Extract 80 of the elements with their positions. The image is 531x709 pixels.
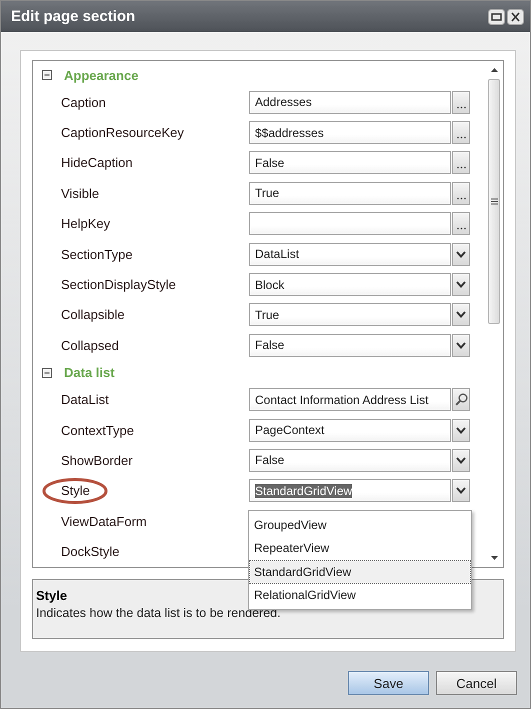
value-field[interactable] bbox=[249, 212, 451, 236]
maximize-icon[interactable] bbox=[488, 8, 505, 24]
property-label: Caption bbox=[61, 94, 106, 110]
value-field[interactable]: StandardGridView bbox=[249, 479, 451, 502]
chevron-down-icon bbox=[456, 281, 466, 288]
ellipsis-icon bbox=[456, 227, 466, 230]
value-field[interactable]: Contact Information Address List bbox=[249, 388, 451, 412]
dropdown-button[interactable] bbox=[452, 273, 470, 296]
save-button[interactable]: Save bbox=[348, 671, 429, 695]
property-label: Collapsed bbox=[61, 338, 119, 353]
field-value: DataList bbox=[255, 247, 300, 262]
property-label: DockStyle bbox=[61, 544, 120, 560]
chevron-down-icon bbox=[456, 426, 466, 434]
field-value: False bbox=[255, 156, 284, 170]
field-value: Contact Information Address List bbox=[255, 392, 428, 407]
dropdown-button[interactable] bbox=[452, 242, 470, 266]
search-button[interactable] bbox=[452, 388, 470, 412]
chevron-down-icon bbox=[456, 342, 466, 349]
field-value: Block bbox=[255, 278, 284, 292]
field-value: False bbox=[255, 453, 284, 468]
value-field[interactable]: Addresses bbox=[249, 90, 451, 114]
property-label: ContextType bbox=[61, 422, 134, 438]
property-label: ShowBorder bbox=[61, 452, 133, 468]
value-field[interactable]: PageContext bbox=[249, 418, 451, 442]
field-value: True bbox=[255, 186, 280, 200]
field-value: PageContext bbox=[255, 423, 324, 438]
ellipsis-icon bbox=[456, 106, 466, 109]
chevron-down-icon bbox=[456, 311, 466, 318]
collapse-icon[interactable] bbox=[42, 70, 52, 80]
field-value: False bbox=[255, 338, 284, 352]
property-label: Visible bbox=[61, 186, 100, 201]
value-field[interactable]: False bbox=[249, 334, 451, 357]
dropdown-option[interactable]: GroupedView bbox=[249, 513, 471, 536]
dropdown-button[interactable] bbox=[452, 479, 470, 502]
value-field[interactable]: True bbox=[249, 182, 451, 205]
property-label: Collapsible bbox=[61, 307, 125, 322]
chevron-down-icon bbox=[456, 487, 466, 494]
value-field[interactable]: $$addresses bbox=[249, 121, 451, 144]
close-icon[interactable] bbox=[507, 8, 524, 24]
section-header: Appearance bbox=[64, 68, 138, 82]
property-label: ViewDataForm bbox=[61, 514, 147, 529]
field-value: $$addresses bbox=[255, 126, 324, 140]
property-label: CaptionResourceKey bbox=[61, 125, 184, 140]
dropdown-button[interactable] bbox=[452, 334, 470, 357]
chevron-down-icon bbox=[456, 456, 466, 464]
property-label: HelpKey bbox=[61, 216, 110, 232]
description-title: Style bbox=[36, 588, 68, 603]
value-field[interactable]: False bbox=[249, 151, 451, 174]
collapse-icon[interactable] bbox=[42, 368, 52, 378]
value-field[interactable]: DataList bbox=[249, 242, 451, 266]
description-text: Indicates how the data list is to be rendered. bbox=[36, 606, 282, 620]
property-label: HideCaption bbox=[61, 155, 133, 170]
scroll-up-icon[interactable] bbox=[490, 67, 498, 73]
dropdown-option[interactable]: RelationalGridView bbox=[249, 584, 471, 607]
cancel-button[interactable]: Cancel bbox=[436, 671, 517, 695]
field-value: True bbox=[255, 308, 280, 322]
dropdown-button[interactable] bbox=[452, 448, 470, 472]
window-title: Edit page section bbox=[11, 8, 136, 25]
value-field[interactable]: False bbox=[249, 448, 451, 472]
ellipsis-icon bbox=[456, 166, 466, 170]
scroll-thumb[interactable] bbox=[488, 79, 500, 324]
property-label: Style bbox=[61, 483, 90, 498]
dropdown-button[interactable] bbox=[452, 303, 470, 326]
scroll-down-icon[interactable] bbox=[490, 555, 498, 561]
property-label: SectionDisplayStyle bbox=[61, 277, 176, 292]
grip-icon bbox=[490, 198, 498, 205]
value-field[interactable]: True bbox=[249, 303, 451, 326]
section-header: Data list bbox=[64, 365, 115, 380]
property-label: SectionType bbox=[61, 246, 133, 262]
chevron-down-icon bbox=[456, 250, 466, 258]
dropdown-button[interactable] bbox=[452, 418, 470, 442]
value-field[interactable]: Block bbox=[249, 273, 451, 296]
dropdown-option[interactable]: StandardGridView bbox=[249, 560, 471, 584]
search-icon bbox=[454, 393, 468, 406]
property-label: DataList bbox=[61, 392, 109, 408]
ellipsis-icon bbox=[456, 136, 466, 140]
field-value: Addresses bbox=[255, 95, 312, 110]
dropdown-option[interactable]: RepeaterView bbox=[249, 536, 471, 560]
field-value: StandardGridView bbox=[255, 484, 352, 498]
ellipsis-icon bbox=[456, 196, 466, 200]
